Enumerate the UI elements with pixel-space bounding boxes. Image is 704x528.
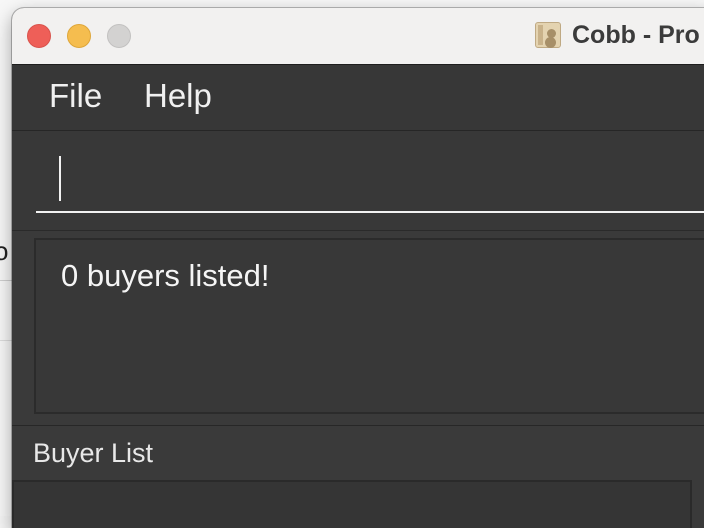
buyer-list-panel[interactable] <box>12 480 692 528</box>
result-display: 0 buyers listed! <box>34 238 704 414</box>
menu-file[interactable]: File <box>49 77 102 115</box>
menu-help[interactable]: Help <box>144 77 212 115</box>
title-bar[interactable]: Cobb - Pro <box>12 8 704 65</box>
text-caret <box>59 156 61 201</box>
divider <box>12 230 704 231</box>
result-message: 0 buyers listed! <box>61 258 270 293</box>
window-title: Cobb - Pro <box>572 21 700 49</box>
menu-bar: File Help <box>12 65 704 131</box>
background-window-text: o <box>0 236 9 266</box>
divider <box>12 425 704 426</box>
minimize-window-button[interactable] <box>67 24 91 48</box>
app-window: Cobb - Pro File Help 0 buyers listed! Bu… <box>12 8 704 528</box>
address-book-icon <box>535 22 561 48</box>
command-box <box>12 131 704 231</box>
close-window-button[interactable] <box>27 24 51 48</box>
command-input[interactable] <box>36 149 704 213</box>
zoom-window-button[interactable] <box>107 24 131 48</box>
buyer-list-label: Buyer List <box>33 438 154 468</box>
